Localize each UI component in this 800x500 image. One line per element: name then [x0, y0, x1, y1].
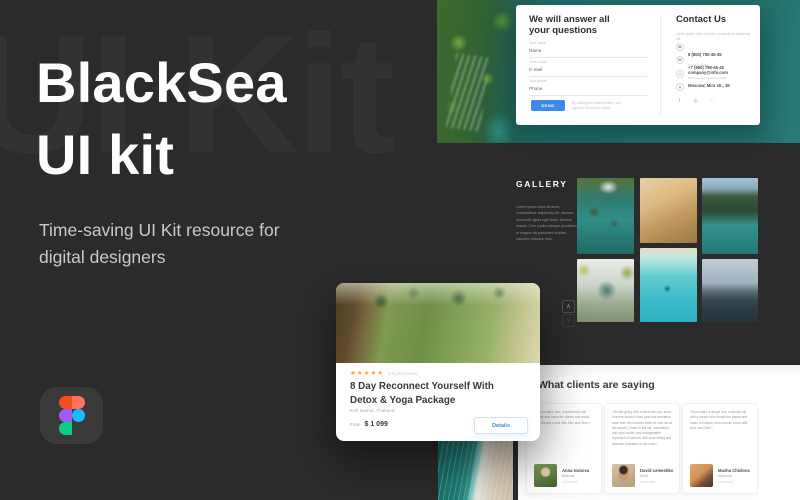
email-field[interactable]: Your e-mail E-mail: [529, 60, 647, 77]
figma-badge: [40, 387, 103, 444]
client-location: Moscow: [562, 474, 589, 478]
testimonials-heading: What clients are saying: [538, 379, 655, 391]
name-field-label: Your name: [529, 41, 647, 45]
figma-logo-icon: [59, 396, 85, 435]
figma-blue-shape: [72, 409, 85, 422]
phone-field-label: Your phone: [529, 79, 647, 83]
client-location: Sochi: [640, 474, 673, 478]
avatar: [612, 464, 635, 487]
review-date: 12.06.2019: [562, 480, 589, 484]
client-name: David Lemeshko: [640, 468, 673, 473]
page-title-line2: UI kit: [36, 119, 287, 191]
rating-text: 4.9 (35 reviews): [388, 371, 418, 376]
star-rating-icon: ★★★★★: [350, 369, 384, 377]
contact-info-heading: Contact Us: [676, 14, 726, 25]
instagram-icon[interactable]: ◎: [692, 97, 699, 104]
mail-icon: ✉: [676, 70, 684, 78]
gallery-photo-coastal-bridge[interactable]: [702, 259, 758, 322]
gallery-photo-mountain-lake[interactable]: [702, 178, 758, 254]
gallery-photo-sand-dunes[interactable]: [640, 178, 697, 243]
avatar: [534, 464, 557, 487]
gallery-photo-waterfall-lagoon[interactable]: [577, 178, 634, 254]
testimonials-section: What clients are saying «It is a unique …: [518, 365, 800, 500]
page-title-line1: BlackSea: [36, 47, 287, 119]
phone-field[interactable]: Your phone Phone: [529, 79, 647, 96]
tour-card: ★★★★★ 4.9 (35 reviews) 8 Day Reconnect Y…: [336, 283, 540, 441]
twitter-icon[interactable]: ○: [708, 97, 715, 104]
gallery-prev-button[interactable]: ∧: [562, 300, 575, 313]
rice-terrace-photo: [336, 283, 540, 363]
contact-info-description: Lorem ipsum dolor sit amet, consectetur …: [676, 32, 752, 42]
contact-form-heading: We will answer all your questions: [529, 14, 624, 37]
page: UI Kit BlackSea UI kit Time-saving UI Ki…: [0, 0, 800, 500]
page-title: BlackSea UI kit: [36, 47, 287, 190]
gallery-heading: GALLERY: [516, 179, 568, 189]
email-field-label: Your e-mail: [529, 60, 647, 64]
gallery-photo-cathedral[interactable]: [577, 259, 634, 322]
waterfall-detail: [446, 53, 490, 132]
testimonial-card: «It's like going with a friend who you k…: [604, 403, 680, 494]
testimonial-footer: Masha Chislova Hannover 16.06.2019: [690, 464, 750, 487]
price-value: $ 1 099: [365, 421, 388, 428]
figma-salmon-shape: [72, 396, 85, 409]
client-location: Hannover: [718, 474, 750, 478]
price-row: From $ 1 099: [350, 421, 388, 428]
figma-green-shape: [59, 422, 72, 435]
review-date: 16.06.2019: [718, 480, 750, 484]
beach-waves-photo: [438, 441, 513, 500]
gallery-next-button[interactable]: ∨: [562, 314, 575, 327]
figma-purple-shape: [59, 409, 72, 422]
privacy-disclaimer: By clicking the submit button, you agree…: [572, 101, 630, 111]
street-address: Moscow, Mira str., 35: [688, 83, 730, 88]
email-address[interactable]: company@info.com: [688, 70, 728, 75]
social-links: f ◎ ○: [676, 97, 715, 104]
price-label: From: [350, 422, 361, 427]
testimonial-quote: «It's like going with a friend who you k…: [612, 410, 672, 447]
rating-row: ★★★★★ 4.9 (35 reviews): [350, 369, 418, 377]
testimonial-quote: «It is a unique tour, a special trip wit…: [534, 410, 594, 426]
name-field[interactable]: Your name Name: [529, 41, 647, 58]
gallery-photo-turquoise-swimmer[interactable]: [640, 248, 697, 322]
avatar: [690, 464, 713, 487]
contact-card: We will answer all your questions Your n…: [516, 5, 760, 125]
testimonial-card: «If you want a unique tour, a special tr…: [682, 403, 758, 494]
email-field-value[interactable]: E-mail: [529, 67, 647, 72]
testimonial-quote: «If you want a unique tour, a special tr…: [690, 410, 750, 431]
card-divider: [660, 15, 661, 115]
figma-red-shape: [59, 396, 72, 409]
page-subtitle: Time-saving UI Kit resource for digital …: [39, 217, 289, 271]
client-name: Anna Ivanova: [562, 468, 589, 473]
pin-icon: ◉: [676, 83, 684, 91]
name-field-value[interactable]: Name: [529, 48, 647, 53]
facebook-icon[interactable]: f: [676, 97, 683, 104]
send-button[interactable]: SEND: [531, 100, 565, 111]
testimonial-footer: David Lemeshko Sochi 14.06.2019: [612, 464, 673, 487]
details-button[interactable]: Details: [474, 417, 528, 434]
client-name: Masha Chislova: [718, 468, 750, 473]
testimonial-footer: Anna Ivanova Moscow 12.06.2019: [534, 464, 589, 487]
phone-field-value[interactable]: Phone: [529, 86, 647, 91]
phone-icon: ☎: [676, 56, 684, 64]
contact-row-email: ✉ company@info.com: [676, 70, 756, 78]
contact-row-address: ◉ Moscow, Mira str., 35: [676, 83, 756, 91]
tour-location: Koh Samui, Thailand: [350, 409, 394, 414]
review-date: 14.06.2019: [640, 480, 673, 484]
gallery-description: Lorem ipsum dolor sit amet, consectetuer…: [516, 204, 578, 243]
tour-title: 8 Day Reconnect Yourself With Detox & Yo…: [350, 380, 522, 408]
phone-icon: ☎: [676, 43, 684, 51]
